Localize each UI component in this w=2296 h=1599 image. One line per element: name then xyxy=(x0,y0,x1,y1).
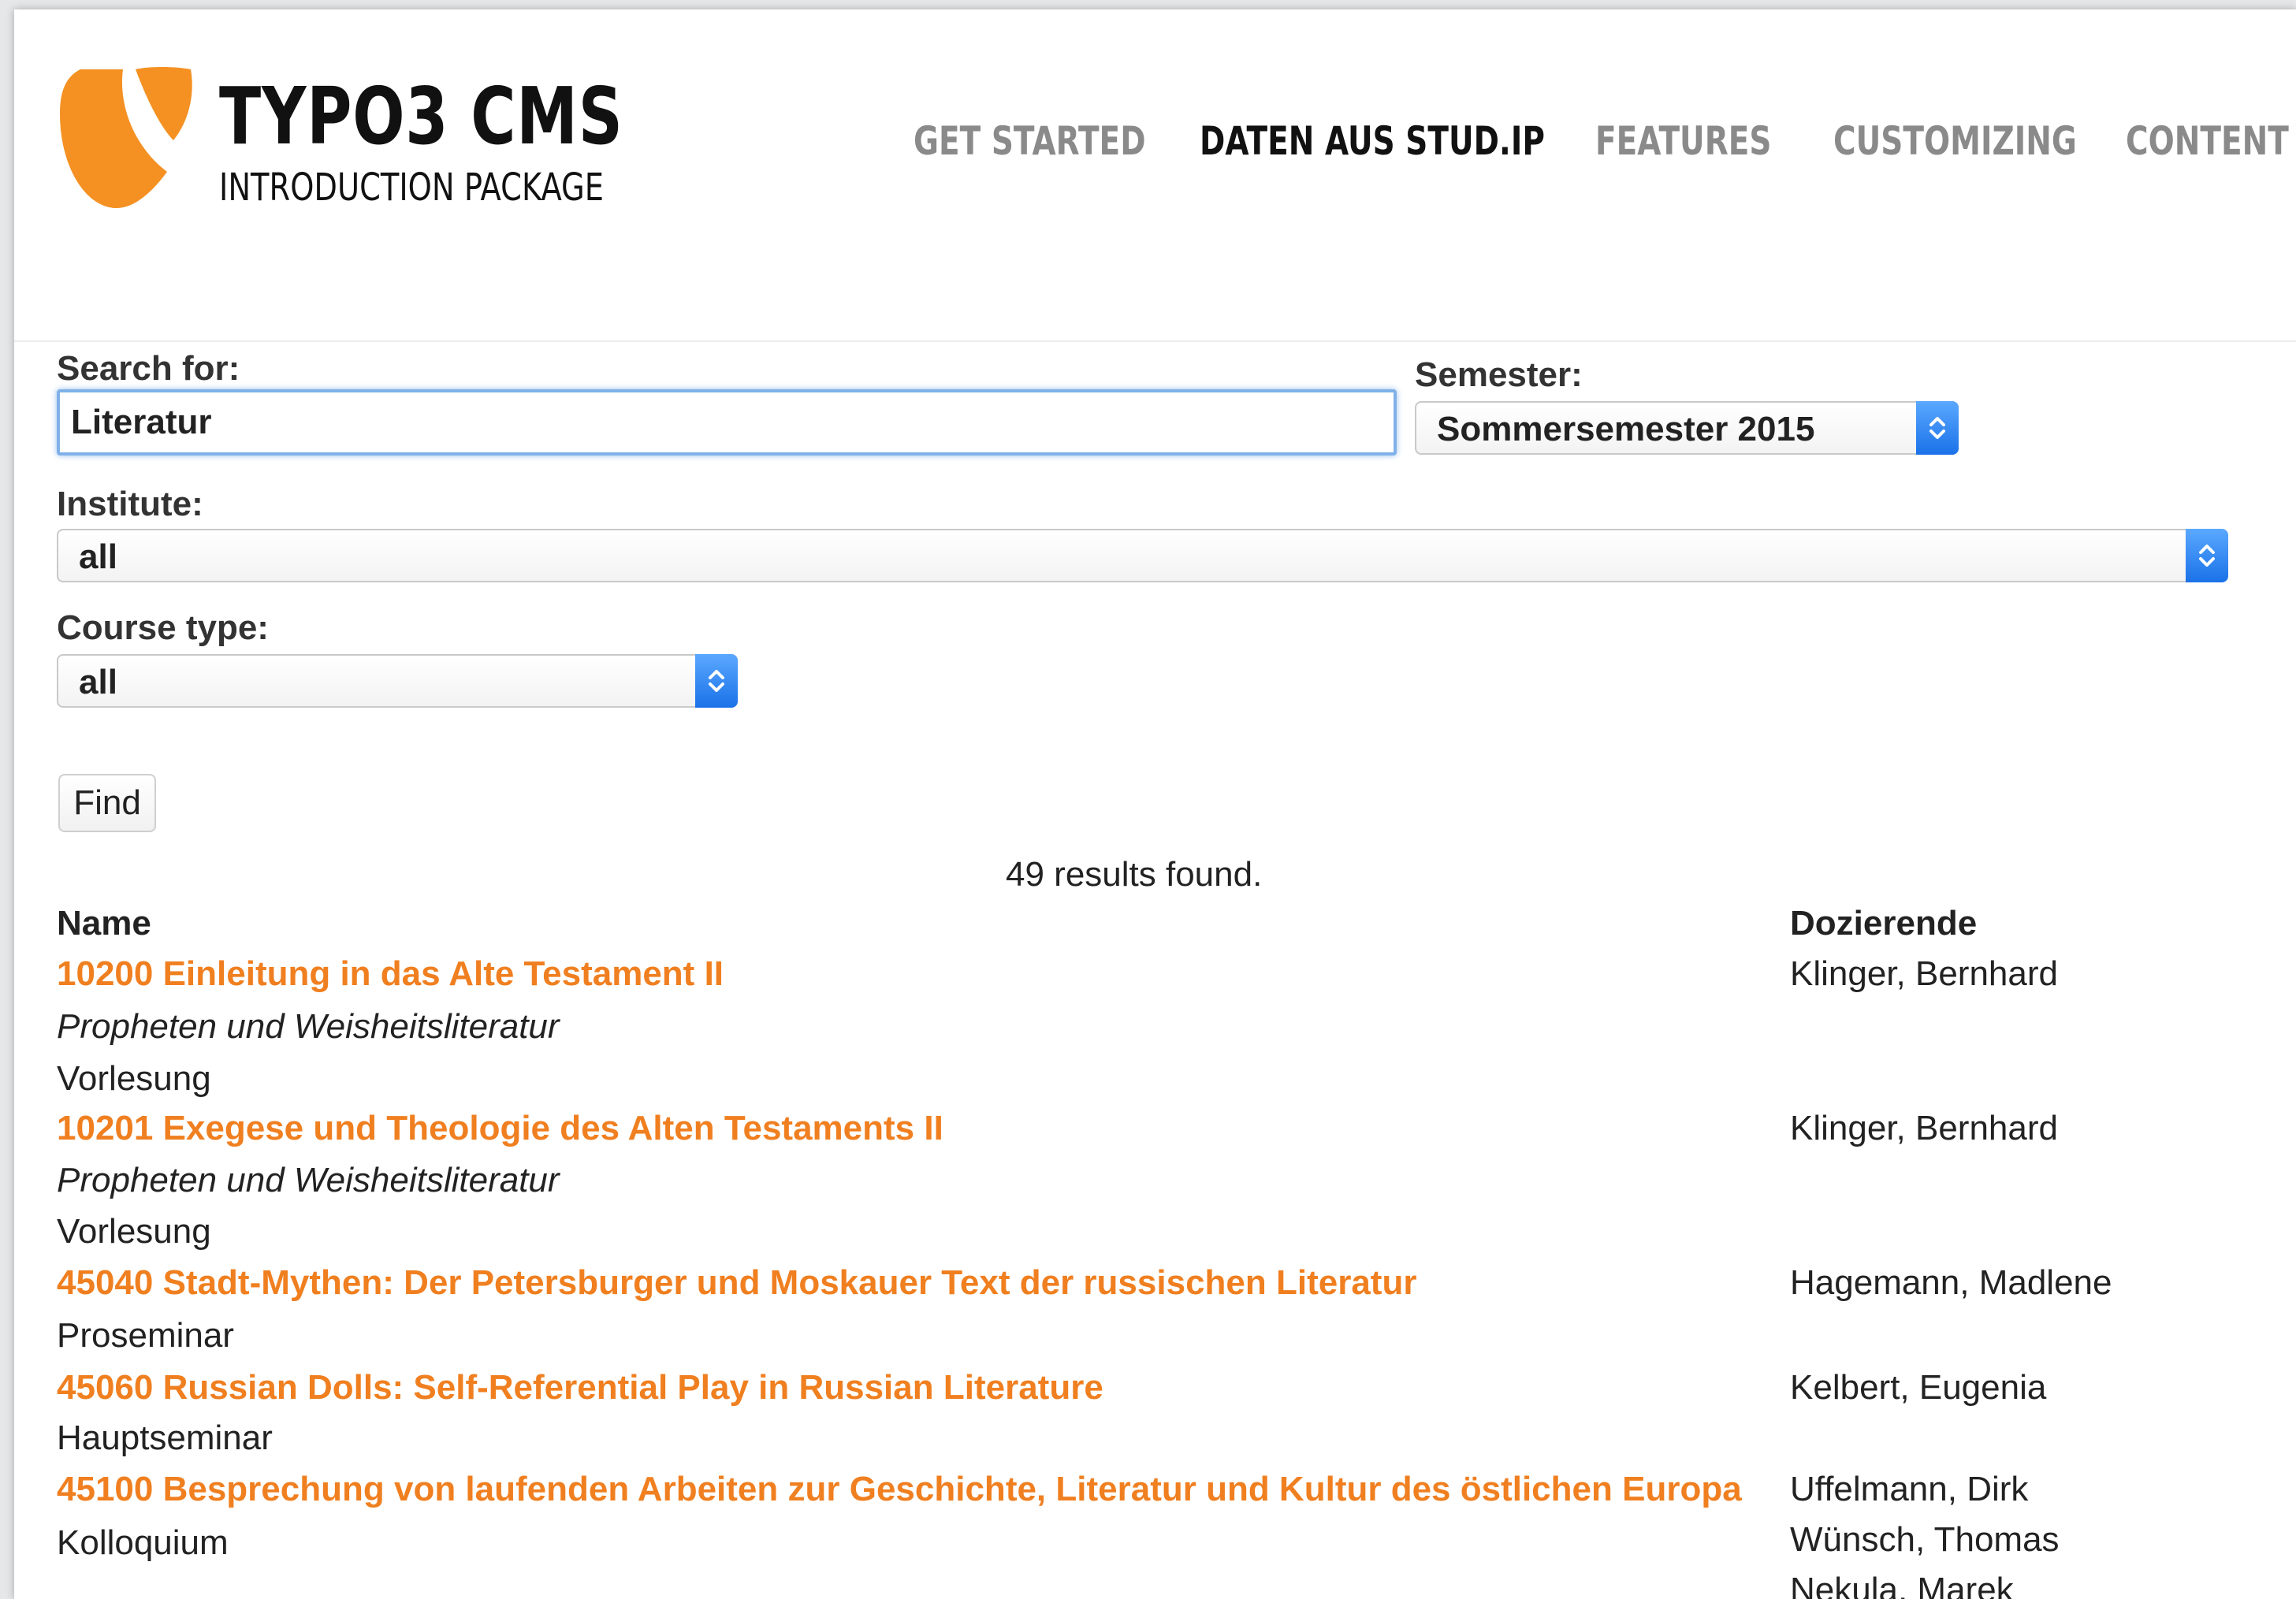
course-type: Vorlesung xyxy=(57,1059,211,1098)
chevron-up-down-icon xyxy=(2199,545,2215,567)
institute-label: Institute: xyxy=(57,485,203,523)
course-subtitle: Propheten und Weisheitsliteratur xyxy=(57,1007,560,1046)
nav-get-started[interactable]: GET STARTED xyxy=(914,121,1146,161)
nav-features[interactable]: FEATURES xyxy=(1595,121,1771,161)
find-button[interactable]: Find xyxy=(58,774,156,832)
typo3-logo-icon[interactable] xyxy=(57,65,195,210)
lecturer-name: Wünsch, Thomas xyxy=(1790,1520,2060,1559)
search-label: Search for: xyxy=(57,349,240,388)
course-title-link[interactable]: 45040 Stadt-Mythen: Der Petersburger und… xyxy=(57,1266,1416,1300)
course-title-link[interactable]: 10201 Exegese und Theologie des Alten Te… xyxy=(57,1111,943,1146)
nav-content-elements[interactable]: CONTENT E xyxy=(2126,121,2296,161)
institute-select-button[interactable] xyxy=(2186,529,2228,582)
brand-name: TYPO3 CMS xyxy=(219,70,623,162)
column-header-lecturers: Dozierende xyxy=(1790,904,1978,943)
site-header: TYPO3 CMS INTRODUCTION PACKAGE GET START… xyxy=(14,9,2296,342)
column-header-name: Name xyxy=(57,904,151,943)
lecturer-name: Kelbert, Eugenia xyxy=(1790,1368,2047,1407)
semester-select-button[interactable] xyxy=(1916,401,1959,455)
search-input[interactable] xyxy=(57,389,1397,456)
nav-daten-aus-studip[interactable]: DATEN AUS STUD.IP xyxy=(1200,121,1545,161)
page: TYPO3 CMS INTRODUCTION PACKAGE GET START… xyxy=(14,9,2296,1599)
brand-subtitle: INTRODUCTION PACKAGE xyxy=(219,165,605,210)
course-type: Proseminar xyxy=(57,1316,234,1355)
course-title-link[interactable]: 45060 Russian Dolls: Self-Referential Pl… xyxy=(57,1370,1103,1405)
institute-select[interactable]: all xyxy=(57,529,2228,582)
nav-customizing[interactable]: CUSTOMIZING xyxy=(1833,121,2077,161)
course-title-link[interactable]: 10200 Einleitung in das Alte Testament I… xyxy=(57,957,724,991)
chevron-up-down-icon xyxy=(1929,417,1945,439)
lecturer-name: Klinger, Bernhard xyxy=(1790,954,2058,993)
course-subtitle: Propheten und Weisheitsliteratur xyxy=(57,1161,560,1199)
course-title-link[interactable]: 45100 Besprechung von laufenden Arbeiten… xyxy=(57,1472,1742,1507)
lecturer-name: Nekula, Marek xyxy=(1790,1571,2014,1599)
lecturer-name: Uffelmann, Dirk xyxy=(1790,1470,2029,1508)
course-type-select-button[interactable] xyxy=(695,654,738,708)
course-type-select-value: all xyxy=(79,663,117,701)
chevron-up-down-icon xyxy=(709,670,724,692)
semester-select[interactable]: Sommersemester 2015 xyxy=(1415,401,1959,455)
results-count: 49 results found. xyxy=(1006,855,1263,894)
course-type-select[interactable]: all xyxy=(57,654,738,708)
lecturer-name: Klinger, Bernhard xyxy=(1790,1109,2058,1147)
institute-select-value: all xyxy=(79,537,117,576)
course-type: Kolloquium xyxy=(57,1523,229,1562)
course-type: Hauptseminar xyxy=(57,1419,273,1457)
course-type-label: Course type: xyxy=(57,608,269,647)
lecturer-name: Hagemann, Madlene xyxy=(1790,1263,2112,1302)
semester-label: Semester: xyxy=(1415,355,1583,394)
course-type: Vorlesung xyxy=(57,1212,211,1251)
semester-select-value: Sommersemester 2015 xyxy=(1437,410,1815,448)
